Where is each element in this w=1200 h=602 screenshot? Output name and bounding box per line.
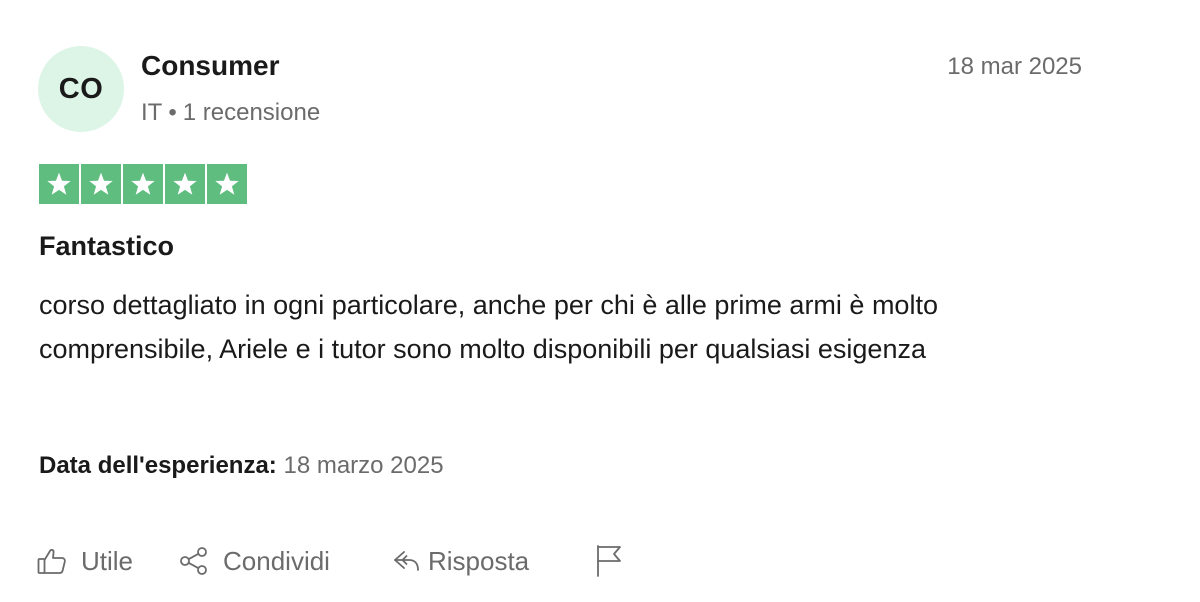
avatar-initials: CO bbox=[58, 72, 104, 105]
star-icon bbox=[39, 164, 79, 204]
meta-separator: • bbox=[168, 99, 177, 126]
star-icon bbox=[207, 164, 247, 204]
reply-icon bbox=[392, 548, 422, 574]
star-icon bbox=[165, 164, 205, 204]
share-button[interactable]: Condividi bbox=[179, 546, 330, 577]
star-icon bbox=[123, 164, 163, 204]
share-icon bbox=[179, 546, 209, 576]
useful-label: Utile bbox=[81, 545, 134, 576]
avatar: CO bbox=[38, 46, 124, 132]
reply-button[interactable]: Risposta bbox=[392, 546, 529, 577]
share-label: Condividi bbox=[223, 545, 330, 576]
review-title[interactable]: Fantastico bbox=[39, 231, 174, 262]
star-rating bbox=[39, 164, 247, 204]
reply-label: Risposta bbox=[427, 545, 530, 576]
flag-icon bbox=[595, 544, 623, 578]
experience-label: Data dell'esperienza: bbox=[39, 452, 277, 479]
report-button[interactable] bbox=[595, 544, 623, 578]
author-name[interactable]: Consumer bbox=[141, 50, 279, 82]
author-meta: IT • 1 recensione bbox=[141, 99, 320, 127]
review-date: 18 mar 2025 bbox=[947, 53, 1082, 80]
review-body: corso dettagliato in ogni particolare, a… bbox=[39, 290, 938, 364]
author-review-count: 1 recensione bbox=[182, 99, 321, 126]
useful-button[interactable]: Utile bbox=[37, 546, 133, 577]
experience-date: Data dell'esperienza: 18 marzo 2025 bbox=[39, 452, 444, 480]
star-icon bbox=[81, 164, 121, 204]
review-actions: Utile Condividi Risposta bbox=[37, 544, 623, 578]
author-country: IT bbox=[141, 99, 163, 126]
thumbs-up-icon bbox=[37, 547, 67, 575]
experience-value: 18 marzo 2025 bbox=[283, 452, 444, 479]
